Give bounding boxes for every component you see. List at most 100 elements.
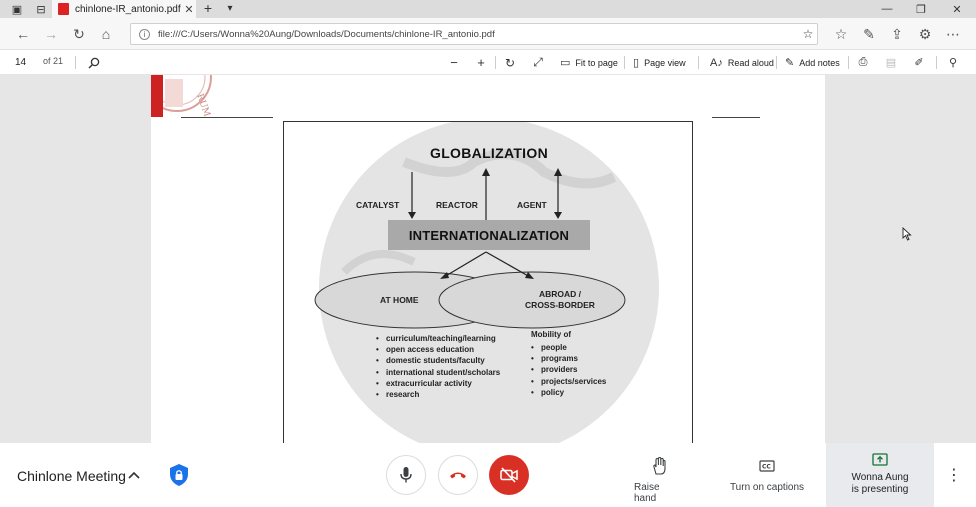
presenter-name: Wonna Aung <box>851 472 909 483</box>
app-window: ▣ ⊟ chinlone-IR_antonio.pdf ✕ + ▾ — ❐ ✕ … <box>0 0 976 507</box>
share-icon[interactable]: ⇪ <box>888 25 906 43</box>
pencil-icon: ✎ <box>785 57 795 69</box>
present-screen-icon <box>872 453 888 466</box>
add-notes-label: Add notes <box>799 57 840 68</box>
toolbar-divider <box>848 56 849 69</box>
fit-to-page-label: Fit to page <box>575 57 618 68</box>
page-view-label: Page view <box>644 57 686 68</box>
extensions-icon[interactable]: ⚙ <box>916 25 934 43</box>
raise-hand-label: Raise hand <box>634 482 660 504</box>
svg-text:CC: CC <box>762 464 771 471</box>
toolbar-divider <box>698 56 699 69</box>
fullscreen-icon[interactable]: ⤢ <box>530 54 546 71</box>
tab-close-icon[interactable]: ✕ <box>182 3 196 16</box>
read-aloud-button[interactable]: A♪ Read aloud <box>710 54 774 71</box>
abroad-line-1: ABROAD / <box>538 289 582 299</box>
list-item: international student/scholars <box>376 367 500 378</box>
microphone-icon <box>400 467 412 483</box>
save-as-icon[interactable]: ✐ <box>912 54 926 71</box>
zoom-in-icon[interactable]: + <box>473 54 489 71</box>
tab-list-chevron-icon[interactable]: ▾ <box>222 0 238 18</box>
address-bar[interactable]: i file:///C:/Users/Wonna%20Aung/Download… <box>130 23 818 45</box>
tab-actions-icon[interactable]: ▣ <box>10 2 24 16</box>
save-icon[interactable]: ▤ <box>884 54 898 71</box>
site-info-icon[interactable]: i <box>139 28 150 40</box>
raise-hand-button[interactable]: Raise hand <box>634 457 684 504</box>
list-item: research <box>376 389 500 400</box>
new-tab-button[interactable]: + <box>200 0 216 18</box>
list-item: domestic students/faculty <box>376 355 500 366</box>
mobility-heading: Mobility of <box>531 330 571 339</box>
header-rule <box>712 117 760 118</box>
presenting-status[interactable]: Wonna Aung is presenting <box>826 443 934 507</box>
internationalization-diagram: GLOBALIZATION CATALYST REACTOR AGENT INT… <box>283 121 693 443</box>
captions-button[interactable]: CC Turn on captions <box>728 457 806 493</box>
favorite-star-icon[interactable]: ☆ <box>799 27 817 41</box>
agent-label: AGENT <box>517 200 547 210</box>
pdf-file-icon <box>58 3 69 15</box>
microphone-button[interactable] <box>386 455 426 495</box>
page-total: of 21 <box>43 56 64 66</box>
read-aloud-label: Read aloud <box>727 57 774 68</box>
refresh-icon[interactable]: ↻ <box>70 25 88 43</box>
diagram-title: GLOBALIZATION <box>430 145 548 161</box>
vertical-tabs-icon[interactable]: ⊟ <box>34 2 48 16</box>
document-viewport[interactable]: RUM GLOBALIZATION CATALYST REACTOR AGENT… <box>0 75 976 443</box>
at-home-list: curriculum/teaching/learning open access… <box>376 333 500 400</box>
menu-dots-icon[interactable]: ⋯ <box>944 25 962 43</box>
chevron-up-icon[interactable] <box>127 468 141 482</box>
minimize-icon[interactable]: — <box>870 0 904 18</box>
favorites-list-icon[interactable]: ☆ <box>832 25 850 43</box>
back-arrow-icon[interactable]: ← <box>14 25 32 43</box>
list-item: programs <box>531 353 606 364</box>
leave-call-button[interactable] <box>438 455 478 495</box>
meeting-name[interactable]: Chinlone Meeting <box>17 468 126 484</box>
at-home-label: AT HOME <box>380 295 419 305</box>
rotate-icon[interactable]: ↻ <box>502 54 518 71</box>
zoom-out-icon[interactable]: − <box>446 54 462 71</box>
mouse-cursor-icon <box>902 227 912 241</box>
fit-to-page-button[interactable]: ▭ Fit to page <box>560 54 618 71</box>
add-notes-button[interactable]: ✎ Add notes <box>785 54 840 71</box>
internationalization-box: INTERNATIONALIZATION <box>388 220 590 250</box>
tab-title: chinlone-IR_antonio.pdf <box>75 3 181 15</box>
raise-hand-icon <box>653 457 666 475</box>
camera-button[interactable] <box>489 455 529 495</box>
close-window-icon[interactable]: ✕ <box>940 0 974 18</box>
fit-page-icon: ▭ <box>560 57 571 69</box>
captions-icon: CC <box>759 460 775 472</box>
page-number-input[interactable]: 14 <box>10 54 34 71</box>
hang-up-icon <box>450 472 466 479</box>
pdf-page: RUM GLOBALIZATION CATALYST REACTOR AGENT… <box>151 75 825 443</box>
address-toolbar: ← → ↻ ⌂ i file:///C:/Users/Wonna%20Aung/… <box>0 18 976 50</box>
list-item: providers <box>531 364 606 375</box>
page-view-button[interactable]: ▯ Page view <box>633 54 686 71</box>
presenting-text: is presenting <box>851 484 909 495</box>
browser-tab-pdf[interactable]: chinlone-IR_antonio.pdf ✕ <box>52 0 196 18</box>
page-view-icon: ▯ <box>633 57 640 69</box>
home-icon[interactable]: ⌂ <box>97 25 115 43</box>
list-item: policy <box>531 387 606 398</box>
url-text: file:///C:/Users/Wonna%20Aung/Downloads/… <box>158 28 495 40</box>
shield-lock-icon[interactable] <box>168 463 190 487</box>
list-item: open access education <box>376 344 500 355</box>
toolbar-divider <box>936 56 937 69</box>
list-item: people <box>531 342 606 353</box>
restore-icon[interactable]: ❐ <box>904 0 938 18</box>
toolbar-divider <box>776 56 777 69</box>
reactor-label: REACTOR <box>436 200 478 210</box>
meeting-controls-bar: Chinlone Meeting Raise hand CC Turn on c… <box>0 443 976 507</box>
forward-arrow-icon[interactable]: → <box>42 25 60 43</box>
toolbar-divider <box>624 56 625 69</box>
read-aloud-icon: A♪ <box>710 56 723 69</box>
pen-icon[interactable]: ✎ <box>860 25 878 43</box>
mobility-list: people programs providers projects/servi… <box>531 342 606 398</box>
print-icon[interactable]: ⎙ <box>856 54 870 71</box>
pin-toolbar-icon[interactable]: ⚲ <box>946 54 960 71</box>
camera-off-icon <box>500 467 518 483</box>
mobility-block: Mobility of people programs providers pr… <box>531 330 606 398</box>
toolbar-divider <box>75 56 76 69</box>
search-icon[interactable] <box>86 54 102 71</box>
captions-label: Turn on captions <box>729 482 805 493</box>
more-options-icon[interactable]: ⋮ <box>944 465 964 485</box>
